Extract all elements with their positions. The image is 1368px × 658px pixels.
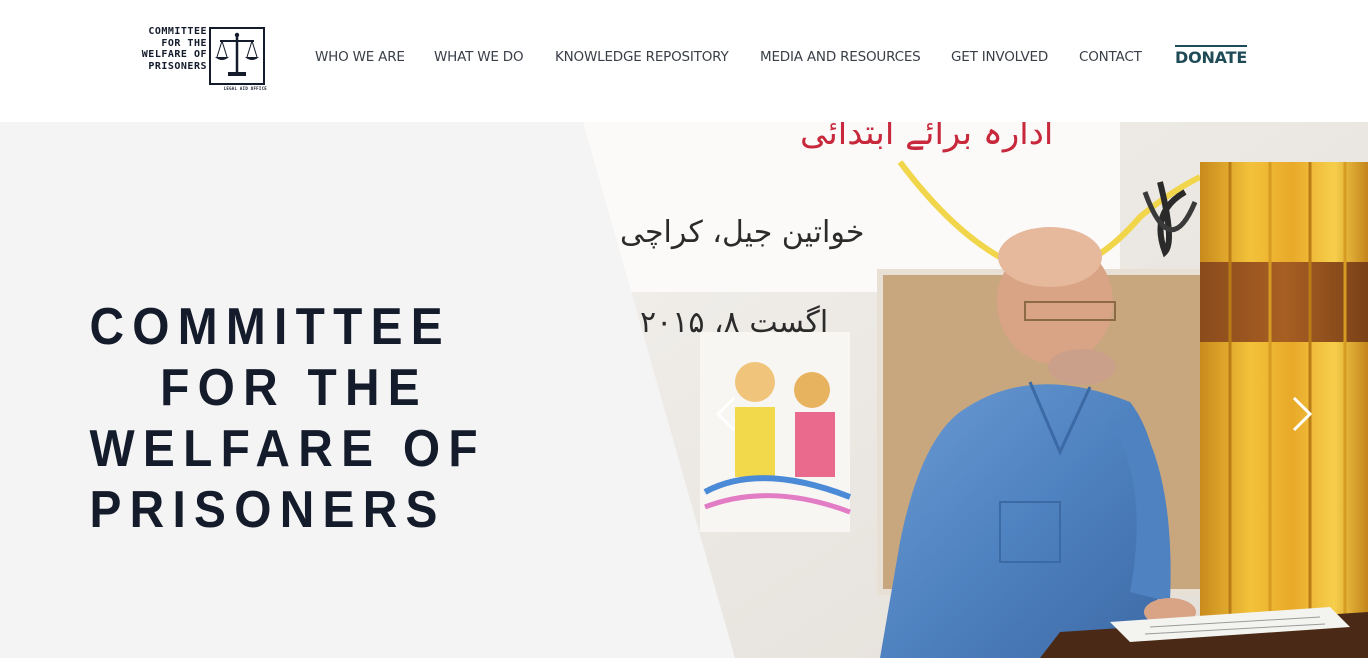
nav-who-we-are[interactable]: WHO WE ARE bbox=[315, 49, 405, 65]
slider-prev-button[interactable] bbox=[714, 396, 738, 432]
svg-text:اگست ۸، ۲۰۱۵: اگست ۸، ۲۰۱۵ bbox=[640, 305, 828, 340]
chevron-left-icon bbox=[715, 396, 736, 432]
logo-line: WELFARE OF bbox=[141, 49, 207, 60]
donate-button[interactable]: DONATE bbox=[1175, 45, 1247, 67]
logo-line: COMMITTEE bbox=[148, 26, 207, 37]
hero-title-line: WELFARE OF bbox=[89, 420, 486, 478]
chevron-right-icon bbox=[1292, 396, 1313, 432]
hero-title-line: COMMITTEE bbox=[89, 298, 451, 356]
nav-contact[interactable]: CONTACT bbox=[1079, 49, 1142, 65]
nav-knowledge-repository[interactable]: KNOWLEDGE REPOSITORY bbox=[555, 49, 729, 65]
site-header: COMMITTEE FOR THE WELFARE OF PRISONERS L… bbox=[0, 0, 1368, 122]
nav-get-involved[interactable]: GET INVOLVED bbox=[951, 49, 1048, 65]
hero-title-line: PRISONERS bbox=[89, 481, 446, 539]
svg-text:خواتین جیل، کراچی: خواتین جیل، کراچی bbox=[620, 215, 864, 250]
logo-subtitle: LEGAL AID OFFICE bbox=[223, 86, 267, 91]
logo-wordmark: COMMITTEE FOR THE WELFARE OF PRISONERS bbox=[127, 26, 207, 72]
slider-next-button[interactable] bbox=[1290, 396, 1314, 432]
logo-line: FOR THE bbox=[161, 37, 207, 49]
nav-what-we-do[interactable]: WHAT WE DO bbox=[434, 49, 524, 65]
nav-media-and-resources[interactable]: MEDIA AND RESOURCES bbox=[760, 49, 921, 65]
scales-of-justice-icon bbox=[209, 27, 265, 85]
hero-slider: ادارہ برائے ابتدائی خواتین جیل، کراچی اگ… bbox=[0, 122, 1368, 658]
site-logo[interactable]: COMMITTEE FOR THE WELFARE OF PRISONERS L… bbox=[127, 26, 267, 92]
logo-line: PRISONERS bbox=[148, 60, 207, 72]
svg-text:ادارہ برائے ابتدائی: ادارہ برائے ابتدائی bbox=[800, 122, 1053, 153]
hero-title-line: FOR THE bbox=[160, 359, 429, 417]
hero-title: COMMITTEE FOR THE WELFARE OF PRISONERS bbox=[60, 297, 486, 541]
